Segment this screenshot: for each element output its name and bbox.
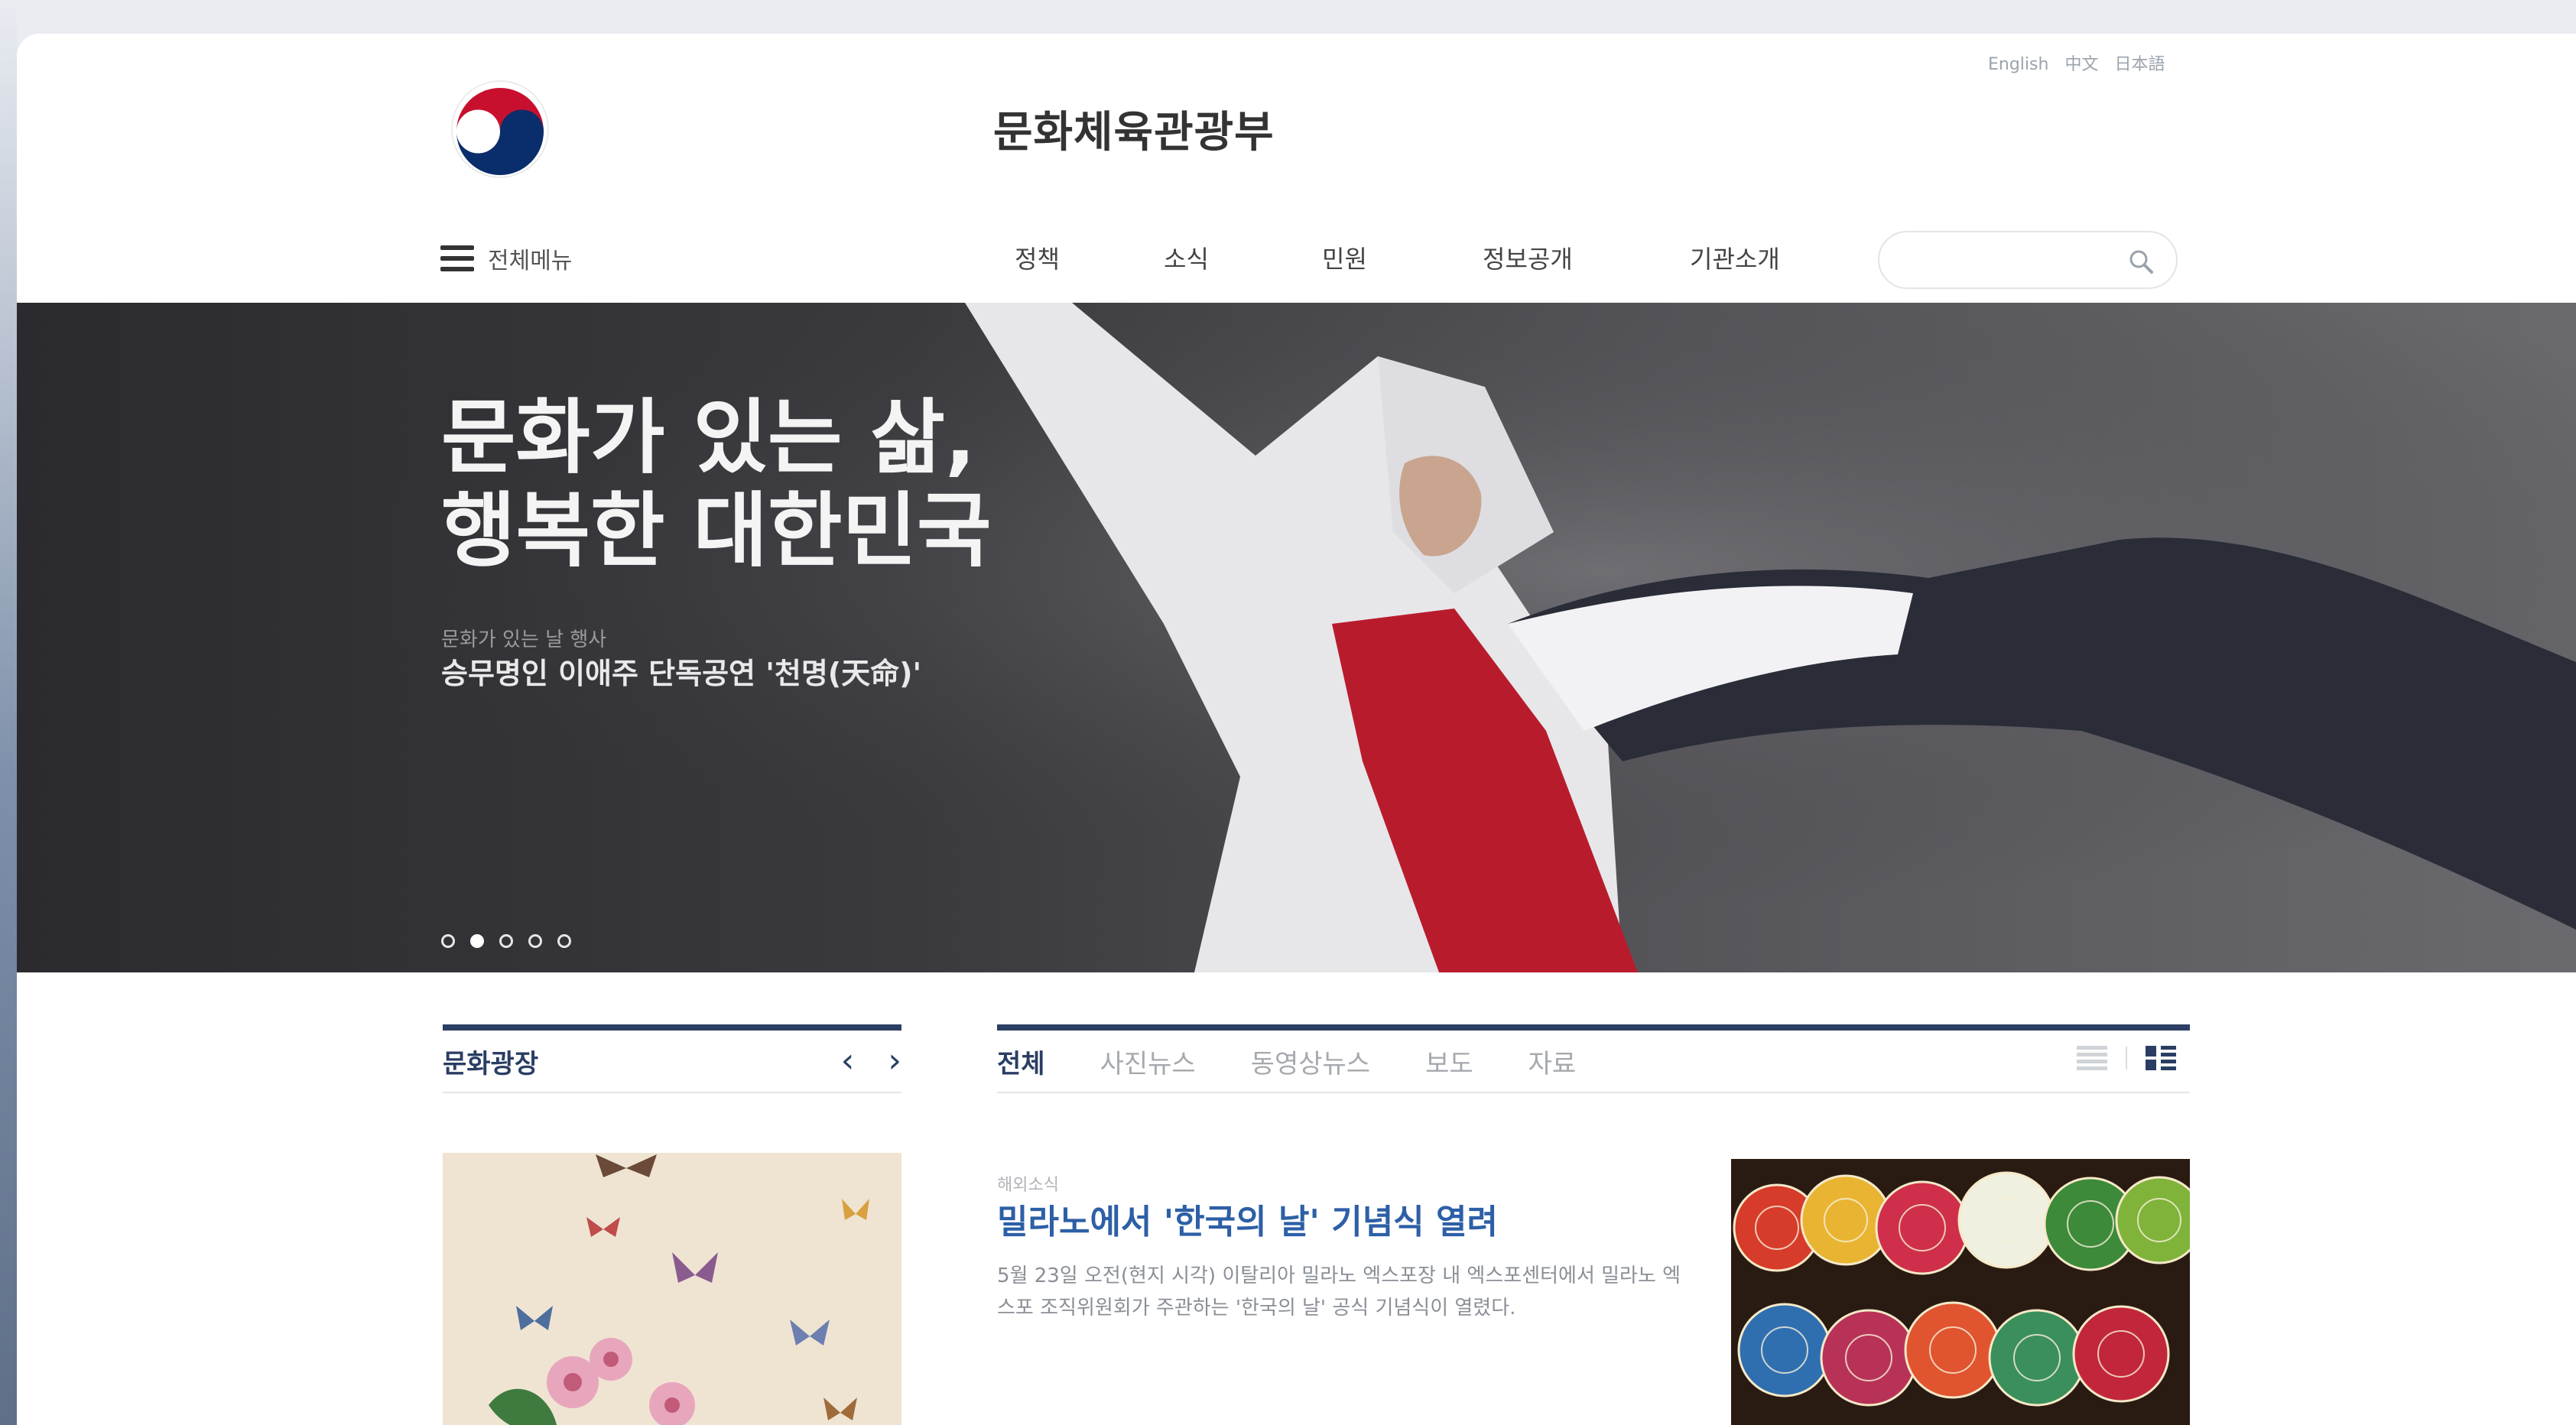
tab-video-news[interactable]: 동영상뉴스: [1251, 1043, 1370, 1080]
tab-materials[interactable]: 자료: [1528, 1043, 1577, 1080]
tab-photo-news[interactable]: 사진뉴스: [1100, 1043, 1196, 1080]
site-header: 문화체육관광부 English 中文 日本語 전체메뉴 정책 소식 민원 정보공…: [17, 34, 2576, 303]
culture-plaza-title[interactable]: 문화광장: [443, 1043, 538, 1080]
article-category: 해외소식: [997, 1176, 1059, 1195]
hamburger-icon: [440, 245, 474, 271]
language-selector: English 中文 日本語: [1988, 50, 2175, 75]
nav-policy[interactable]: 정책: [1015, 240, 1060, 275]
hero-eyebrow: 문화가 있는 날 행사: [441, 628, 607, 651]
site-title[interactable]: 문화체육관광부: [993, 98, 1275, 160]
search-box: [1878, 231, 2178, 289]
hero-banner[interactable]: 문화가 있는 삶, 행복한 대한민국 문화가 있는 날 행사 승무명인 이애주 …: [17, 303, 2576, 972]
carousel-dot-3[interactable]: [499, 934, 513, 948]
carousel-dot-1[interactable]: [441, 934, 455, 948]
lang-english[interactable]: English: [1988, 55, 2048, 74]
butterfly-painting-image[interactable]: [443, 1153, 901, 1425]
nav-civil-service[interactable]: 민원: [1322, 240, 1367, 275]
nav-information-disclosure[interactable]: 정보공개: [1483, 240, 1573, 275]
news-section: 전체 사진뉴스 동영상뉴스 보도 자료 해외소식 밀라노에서 '한국의 날' 기…: [997, 1024, 2190, 1425]
section-divider: [997, 1092, 2190, 1093]
all-menu-button[interactable]: 전체메뉴: [440, 242, 572, 275]
carousel-dot-2[interactable]: [470, 934, 484, 948]
chevron-left-icon[interactable]: ‹: [841, 1044, 855, 1078]
section-top-bar: [443, 1024, 901, 1031]
list-view-icon[interactable]: [2077, 1044, 2107, 1072]
grid-view-icon[interactable]: [2146, 1044, 2176, 1072]
section-top-bar: [997, 1024, 2190, 1031]
nav-news[interactable]: 소식: [1164, 240, 1209, 275]
search-icon[interactable]: [2126, 246, 2156, 277]
chevron-right-icon[interactable]: ›: [888, 1044, 901, 1078]
carousel-indicators: [441, 934, 571, 948]
all-menu-label: 전체메뉴: [488, 248, 573, 274]
lang-chinese[interactable]: 中文: [2064, 55, 2098, 74]
culture-plaza-header: 문화광장 ‹ ›: [443, 1031, 901, 1092]
news-tabs: 전체 사진뉴스 동영상뉴스 보도 자료: [997, 1031, 2190, 1092]
article-title[interactable]: 밀라노에서 '한국의 날' 기념식 열려: [997, 1194, 1498, 1243]
korea-emblem-icon[interactable]: [443, 72, 557, 187]
search-input[interactable]: [1899, 243, 2132, 278]
toggle-divider: [2126, 1047, 2127, 1070]
carousel-arrows: ‹ ›: [841, 1044, 901, 1078]
hero-dancer-image: [17, 303, 2576, 972]
tab-all[interactable]: 전체: [997, 1043, 1045, 1080]
lanterns-image[interactable]: [1731, 1159, 2190, 1425]
tab-press[interactable]: 보도: [1425, 1043, 1473, 1080]
article-summary: 5월 23일 오전(현지 시각) 이탈리아 밀라노 엑스포장 내 엑스포센터에서…: [997, 1264, 1681, 1320]
lang-japanese[interactable]: 日本語: [2114, 55, 2165, 74]
hero-subtitle[interactable]: 승무명인 이애주 단독공연 '천명(天命)': [441, 650, 921, 692]
desktop-background: [0, 0, 17, 1425]
hero-title: 문화가 있는 삶, 행복한 대한민국: [441, 391, 992, 578]
carousel-dot-4[interactable]: [528, 934, 542, 948]
section-divider: [443, 1092, 901, 1093]
culture-plaza-section: 문화광장 ‹ ›: [443, 1024, 901, 1425]
view-toggle: [2077, 1044, 2176, 1072]
carousel-dot-5[interactable]: [557, 934, 571, 948]
browser-page: 문화체육관광부 English 中文 日本語 전체메뉴 정책 소식 민원 정보공…: [17, 34, 2576, 1425]
nav-about[interactable]: 기관소개: [1690, 240, 1780, 275]
